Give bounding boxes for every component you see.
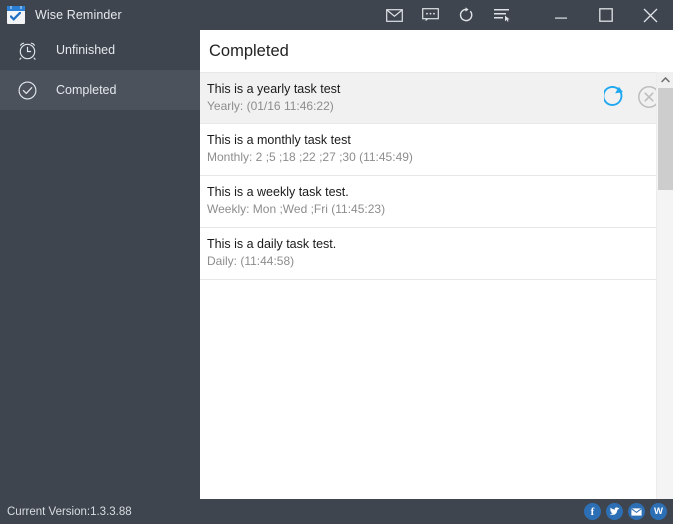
task-list: This is a yearly task test Yearly: (01/1… (200, 72, 673, 499)
wise-w-icon: W (654, 506, 663, 517)
refresh-circular-arrow-icon (459, 7, 473, 22)
scrollbar-thumb[interactable] (658, 88, 673, 190)
task-schedule-detail: Daily: (11:44:58) (207, 254, 295, 268)
sidebar-item-unfinished[interactable]: Unfinished (0, 30, 200, 70)
envelope-icon (631, 507, 642, 516)
task-title: This is a daily task test. (207, 237, 337, 251)
calendar-check-icon (7, 6, 25, 24)
page-title: Completed (209, 41, 289, 60)
list-settings-icon (494, 9, 510, 22)
sidebar-item-label: Completed (56, 83, 117, 97)
sidebar-item-completed[interactable]: Completed (0, 70, 200, 110)
titlebar-actions (376, 0, 673, 30)
task-list-item[interactable]: This is a weekly task test. Weekly: Mon … (200, 176, 673, 228)
facebook-icon: f (590, 505, 595, 518)
refresh-button[interactable] (448, 0, 484, 30)
envelope-icon (385, 8, 403, 22)
window-title: Wise Reminder (35, 8, 122, 22)
wise-website-button[interactable]: W (650, 503, 667, 520)
twitter-button[interactable] (606, 503, 623, 520)
version-label: Current Version:1.3.3.88 (7, 505, 132, 518)
facebook-button[interactable]: f (584, 503, 601, 520)
title-bar: Wise Reminder (0, 0, 673, 30)
task-schedule-detail: Weekly: Mon ;Wed ;Fri (11:45:23) (207, 202, 386, 216)
check-circle-icon (16, 79, 38, 101)
wise-reminder-window: Wise Reminder Unfinished Completed Compl… (0, 0, 673, 524)
comment-bubble-icon (421, 8, 439, 22)
task-schedule-detail: Monthly: 2 ;5 ;18 ;22 ;27 ;30 (11:45:49) (207, 150, 413, 164)
task-title: This is a weekly task test. (207, 185, 349, 199)
social-links: f W (584, 503, 667, 520)
close-x-icon (643, 8, 658, 22)
restore-task-button[interactable] (603, 84, 629, 110)
restore-circular-arrow-icon (604, 86, 623, 106)
sidebar: Unfinished Completed (0, 30, 200, 495)
sidebar-item-label: Unfinished (56, 43, 116, 57)
alarm-clock-icon (16, 39, 38, 61)
feedback-mail-button[interactable] (376, 0, 412, 30)
close-button[interactable] (628, 0, 673, 30)
chevron-up-icon (660, 77, 670, 83)
task-title: This is a monthly task test (207, 133, 351, 147)
vertical-scrollbar[interactable] (656, 72, 673, 499)
maximize-button[interactable] (583, 0, 628, 30)
task-list-item[interactable]: This is a yearly task test Yearly: (01/1… (200, 72, 673, 124)
twitter-bird-icon (609, 506, 620, 515)
titlebar-spacer (520, 0, 538, 30)
comment-button[interactable] (412, 0, 448, 30)
email-button[interactable] (628, 503, 645, 520)
task-list-item[interactable]: This is a daily task test. Daily: (11:44… (200, 228, 673, 280)
settings-list-button[interactable] (484, 0, 520, 30)
task-list-item[interactable]: This is a monthly task test Monthly: 2 ;… (200, 124, 673, 176)
content-header: Completed (200, 30, 673, 72)
minimize-button[interactable] (538, 0, 583, 30)
scroll-up-button[interactable] (657, 72, 673, 88)
content-panel: Completed This is a yearly task test Yea… (200, 30, 673, 499)
maximize-square-icon (598, 8, 613, 22)
task-row-actions (603, 84, 662, 110)
status-bar: Current Version:1.3.3.88 f W (0, 499, 673, 524)
minimize-icon (554, 17, 567, 19)
